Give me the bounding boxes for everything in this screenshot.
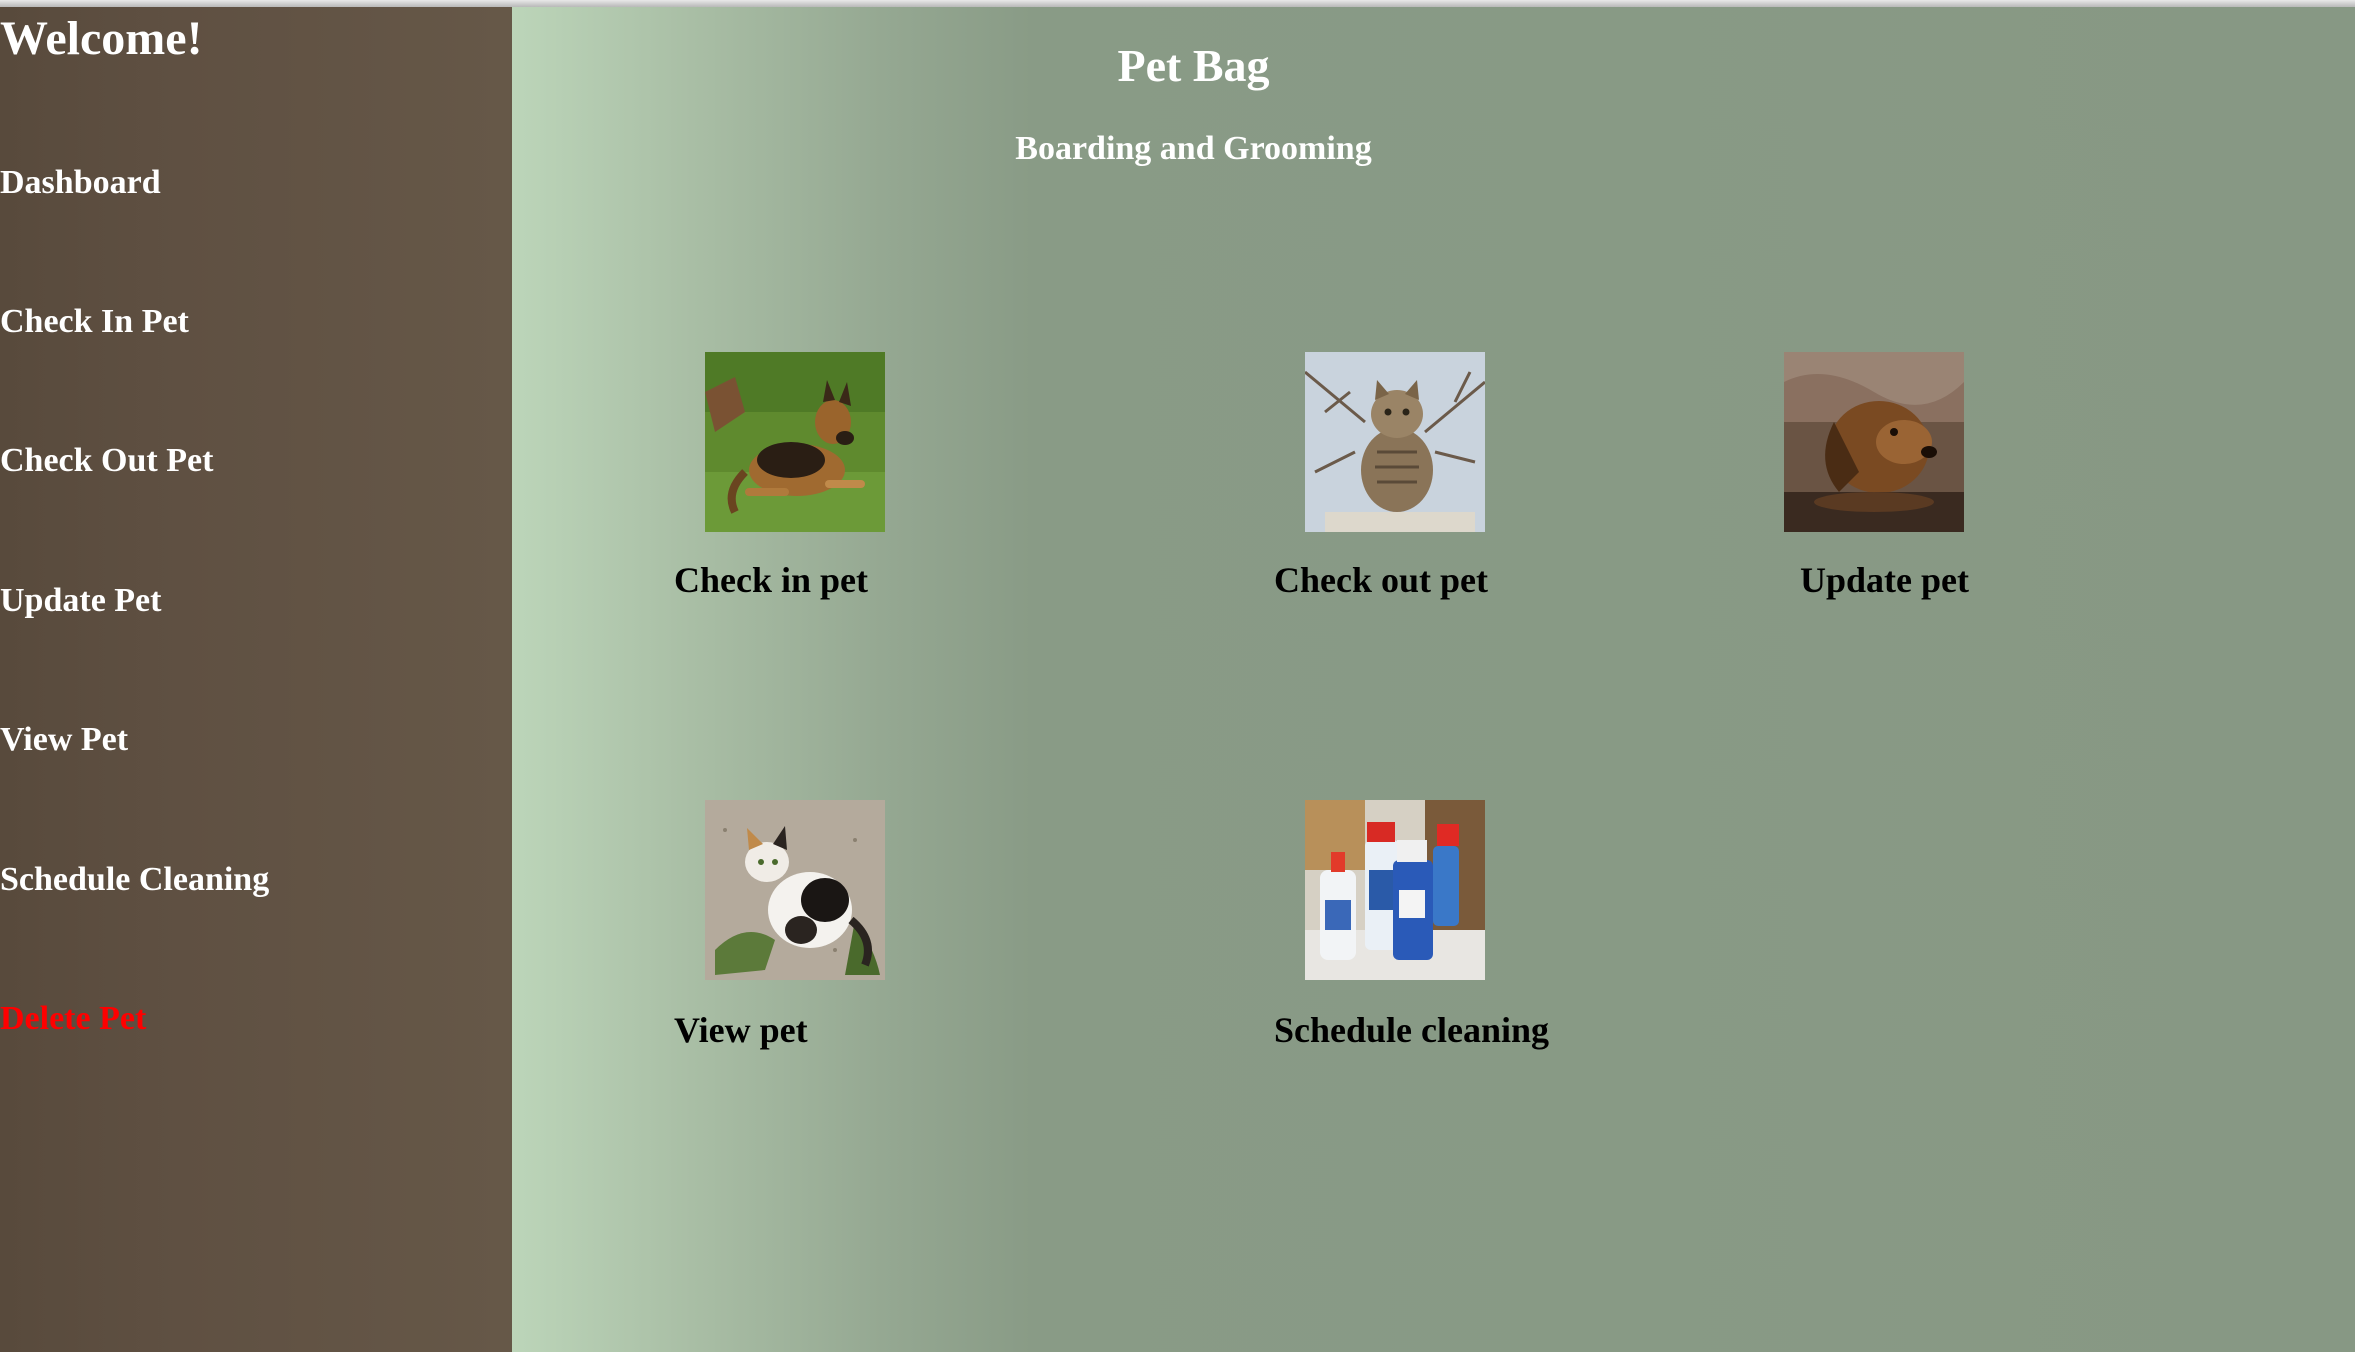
sidebar-item-delete-pet[interactable]: Delete Pet	[0, 997, 146, 1041]
calico-cat-photo[interactable]	[705, 800, 885, 980]
wet-dog-photo[interactable]	[1784, 352, 1964, 532]
tile-label[interactable]: Update pet	[1800, 557, 1969, 603]
page-subtitle: Boarding and Grooming	[1015, 130, 1372, 167]
sidebar-item-dashboard[interactable]: Dashboard	[0, 161, 161, 205]
tile-label[interactable]: Check in pet	[674, 557, 868, 603]
sidebar-item-view-pet[interactable]: View Pet	[0, 718, 128, 762]
sidebar-item-check-out-pet[interactable]: Check Out Pet	[0, 439, 213, 483]
main-content: Pet Bag Boarding and Grooming Check in p…	[512, 7, 2355, 1352]
tile-label[interactable]: View pet	[674, 1007, 808, 1053]
tabby-cat-photo[interactable]	[1305, 352, 1485, 532]
sidebar-item-update-pet[interactable]: Update Pet	[0, 579, 161, 623]
page-title: Pet Bag	[1117, 40, 1270, 91]
german-shepherd-photo[interactable]	[705, 352, 885, 532]
tile-label[interactable]: Schedule cleaning	[1274, 1007, 1549, 1053]
sidebar-item-schedule-cleaning[interactable]: Schedule Cleaning	[0, 858, 269, 902]
tile-label[interactable]: Check out pet	[1274, 557, 1488, 603]
browser-top-strip	[0, 0, 2355, 7]
sidebar-item-check-in-pet[interactable]: Check In Pet	[0, 300, 189, 344]
sidebar: Welcome! Dashboard Check In Pet Check Ou…	[0, 7, 512, 1352]
cleaning-supplies-photo[interactable]	[1305, 800, 1485, 980]
welcome-heading: Welcome!	[0, 12, 203, 65]
